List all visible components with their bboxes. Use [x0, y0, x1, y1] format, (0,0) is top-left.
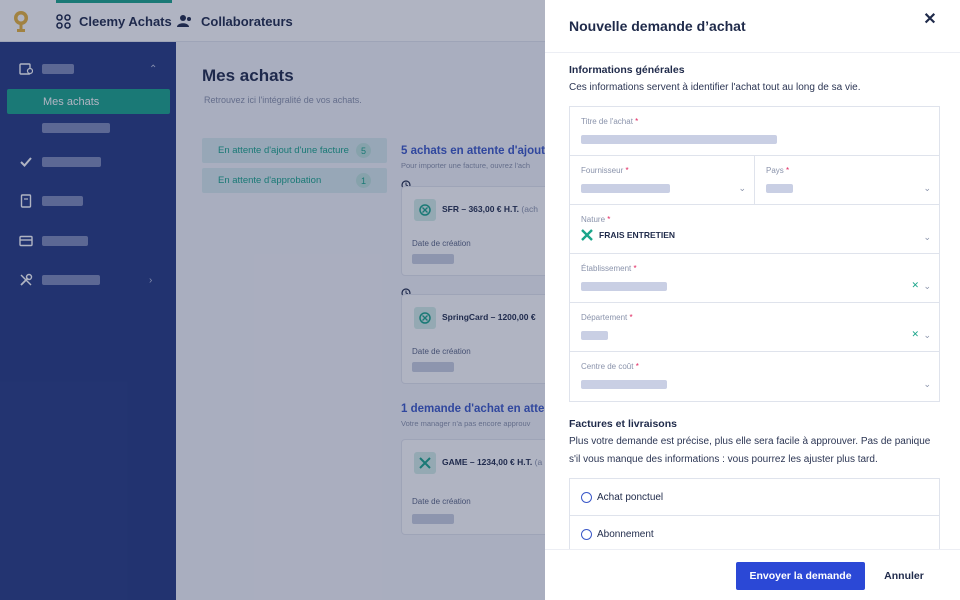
field-value-placeholder [581, 135, 777, 144]
supplier-country-row: Fournisseur * ⌄ Pays * ⌄ [570, 156, 939, 205]
nature-select[interactable]: Nature * FRAIS ENTRETIEN ⌄ [570, 205, 939, 254]
field-label: Département * [581, 313, 633, 322]
field-label: Centre de coût * [581, 362, 639, 371]
field-value-placeholder [581, 380, 667, 389]
field-label: Fournisseur * [581, 166, 629, 175]
clear-icon[interactable]: ✕ [911, 280, 919, 291]
option-label: Abonnement [597, 528, 654, 540]
option-achat-ponctuel[interactable]: Achat ponctuel [569, 478, 940, 516]
option-label: Achat ponctuel [597, 491, 664, 503]
title-field[interactable]: Titre de l'achat * [570, 107, 939, 156]
field-label: Établissement * [581, 264, 637, 273]
drawer-footer: Envoyer la demande Annuler [545, 549, 960, 600]
departement-select[interactable]: Département * ✕ ⌄ [570, 303, 939, 352]
field-label: Nature * [581, 215, 611, 224]
option-abonnement[interactable]: Abonnement [569, 515, 940, 553]
modal-backdrop[interactable] [0, 0, 545, 600]
section-heading-factures: Factures et livraisons [569, 418, 677, 430]
supplier-select[interactable]: Fournisseur * ⌄ [570, 156, 755, 205]
chevron-down-icon: ⌄ [923, 183, 931, 193]
chevron-down-icon: ⌄ [923, 281, 931, 291]
cancel-button[interactable]: Annuler [875, 562, 933, 590]
section-heading-general: Informations générales [569, 64, 685, 76]
field-value-placeholder [766, 184, 793, 193]
cost-center-select[interactable]: Centre de coût * ⌄ [570, 352, 939, 401]
field-label: Titre de l'achat * [581, 117, 639, 126]
radio-button[interactable] [581, 528, 592, 540]
etablissement-select[interactable]: Établissement * ✕ ⌄ [570, 254, 939, 303]
section-text-general: Ces informations servent à identifier l'… [569, 82, 861, 93]
chevron-down-icon: ⌄ [923, 330, 931, 340]
general-info-form: Titre de l'achat * Fournisseur * ⌄ Pays … [569, 106, 940, 402]
drawer-title: Nouvelle demande d’achat [569, 18, 746, 34]
section-text-factures: Plus votre demande est précise, plus ell… [569, 436, 931, 465]
chevron-down-icon: ⌄ [923, 232, 931, 242]
field-value-placeholder [581, 331, 608, 340]
tools-icon [581, 229, 593, 241]
send-request-button[interactable]: Envoyer la demande [736, 562, 865, 590]
close-icon[interactable]: ✕ [922, 12, 938, 28]
field-value-placeholder [581, 184, 670, 193]
new-purchase-drawer: Nouvelle demande d’achat ✕ Informations … [545, 0, 960, 600]
clear-icon[interactable]: ✕ [911, 329, 919, 340]
field-value-placeholder [581, 282, 667, 291]
nature-value: FRAIS ENTRETIEN [581, 229, 675, 241]
field-label: Pays * [766, 166, 790, 175]
radio-button[interactable] [581, 491, 592, 503]
country-select[interactable]: Pays * ⌄ [755, 156, 939, 205]
drawer-header: Nouvelle demande d’achat ✕ [545, 0, 960, 53]
chevron-down-icon: ⌄ [923, 379, 931, 389]
chevron-down-icon: ⌄ [738, 183, 746, 193]
